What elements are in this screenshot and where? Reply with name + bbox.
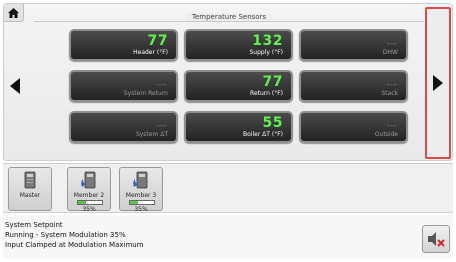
sensor-label: System ΔT — [135, 131, 168, 138]
modulation-percent: 35% — [82, 206, 96, 213]
status-line-setpoint: System Setpoint — [5, 221, 63, 229]
mute-button[interactable] — [422, 225, 450, 253]
boiler-icon — [24, 171, 36, 189]
sensor-label: Return (°F) — [250, 90, 283, 97]
sensor-label: Boiler ΔT (°F) — [243, 131, 283, 138]
sensor-label: Outside — [374, 131, 398, 138]
sensor-label: System Return — [123, 90, 168, 97]
status-area: System Setpoint Running - System Modulat… — [3, 215, 453, 259]
sensor-value: --- — [156, 121, 167, 130]
sensor-value: 77 — [147, 33, 168, 49]
member-name: Member 2 — [73, 192, 105, 199]
sensor-label: Supply (°F) — [249, 49, 284, 56]
sensor-label: Header (°F) — [133, 49, 168, 56]
sensor-tile-header[interactable]: 77 Header (°F) — [69, 29, 178, 61]
member-name: Master — [19, 192, 41, 199]
previous-page-button[interactable] — [7, 66, 23, 106]
member-button-master[interactable]: Master — [8, 167, 52, 211]
arrow-right-icon — [433, 75, 443, 91]
sensor-panel: Temperature Sensors 77 Header (°F) 132 S… — [3, 3, 453, 161]
section-title: Temperature Sensors — [185, 13, 273, 21]
sensor-value: 55 — [262, 115, 283, 131]
sensor-tile-system-delta-t[interactable]: --- System ΔT — [69, 111, 178, 143]
modulation-bar-fill — [78, 201, 87, 204]
sensor-tile-dhw[interactable]: --- DHW — [299, 29, 408, 61]
boiler-icon — [133, 171, 148, 189]
app-screen: Temperature Sensors 77 Header (°F) 132 S… — [0, 0, 456, 262]
sensor-tile-outside[interactable]: --- Outside — [299, 111, 408, 143]
sensor-value: --- — [156, 80, 167, 89]
member-button-3[interactable]: Member 3 35% — [119, 167, 163, 213]
sensor-tile-stack[interactable]: --- Stack — [299, 70, 408, 102]
speaker-mute-icon — [428, 232, 445, 247]
sensor-value: --- — [386, 121, 397, 130]
modulation-bar — [129, 200, 155, 205]
arrow-left-icon — [10, 78, 20, 94]
home-icon — [8, 7, 19, 18]
sensor-label: DHW — [382, 49, 398, 56]
sensor-tile-return[interactable]: 77 Return (°F) — [184, 70, 293, 102]
home-button[interactable] — [4, 4, 24, 22]
status-line-clamped: Input Clamped at Modulation Maximum — [5, 241, 144, 249]
sensor-value: 77 — [262, 74, 283, 90]
modulation-bar — [77, 200, 103, 205]
member-name: Member 3 — [125, 192, 157, 199]
sensor-tile-boiler-delta-t[interactable]: 55 Boiler ΔT (°F) — [184, 111, 293, 143]
member-bar: Master Member 2 35% Member 3 35% — [3, 163, 453, 213]
modulation-percent: 35% — [134, 206, 148, 213]
sensor-tile-supply[interactable]: 132 Supply (°F) — [184, 29, 293, 61]
modulation-bar-fill — [130, 201, 139, 204]
next-page-button[interactable] — [425, 7, 451, 159]
section-title-rule: Temperature Sensors — [34, 10, 424, 22]
sensor-value: 132 — [252, 33, 283, 49]
sensor-value: --- — [386, 80, 397, 89]
status-line-running: Running - System Modulation 35% — [5, 231, 126, 239]
sensor-tile-system-return[interactable]: --- System Return — [69, 70, 178, 102]
boiler-icon — [81, 171, 96, 189]
member-button-2[interactable]: Member 2 35% — [67, 167, 111, 213]
sensor-label: Stack — [381, 90, 398, 97]
sensor-value: --- — [386, 39, 397, 48]
